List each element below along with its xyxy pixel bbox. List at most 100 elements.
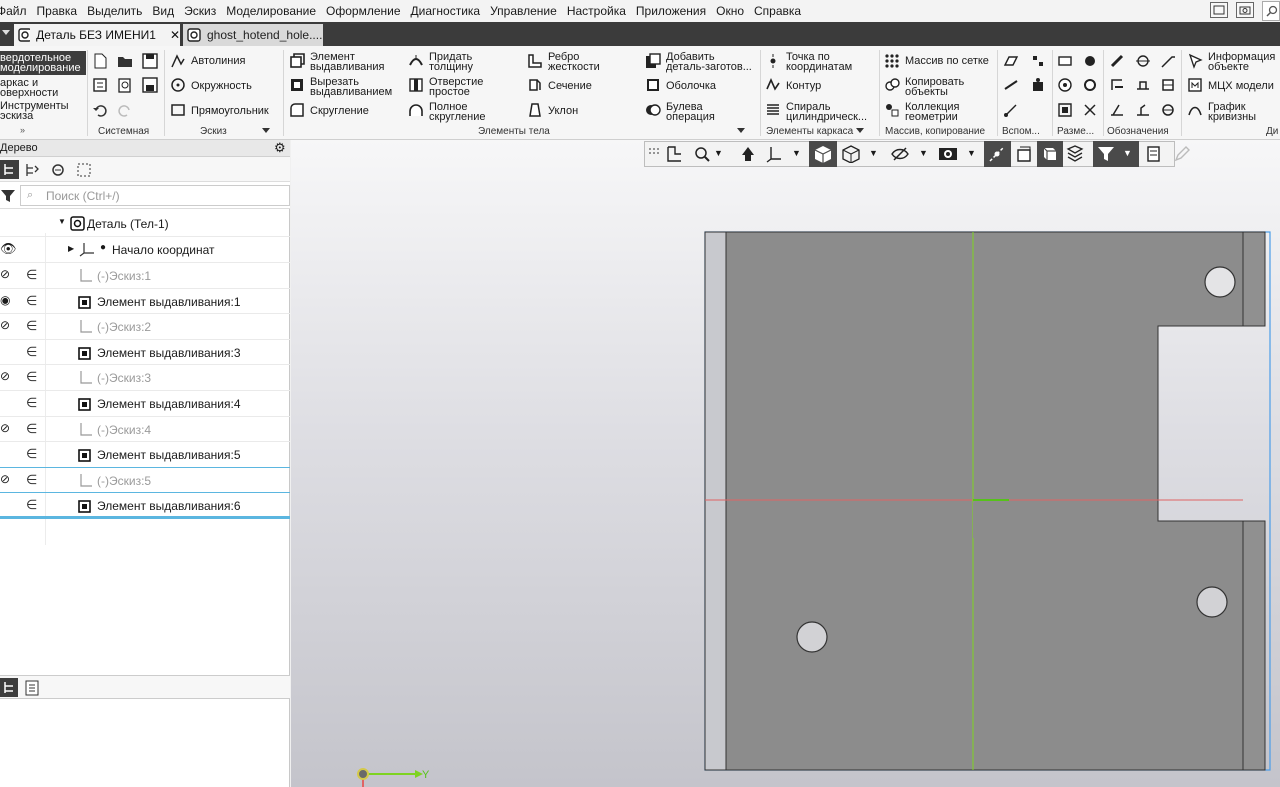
contour-label[interactable]: Контур xyxy=(786,81,821,92)
boolean-label-2[interactable]: операция xyxy=(666,112,715,123)
properties-icon[interactable] xyxy=(92,77,108,93)
cut-extrude-icon[interactable] xyxy=(289,77,305,93)
category-sketch-tools[interactable]: Инструменты эскиза xyxy=(0,100,86,122)
tree-item-sketch[interactable]: ⊘ ∈ (-)Эскиз:3 xyxy=(0,365,290,391)
menu-control[interactable]: Управление xyxy=(485,0,562,22)
menu-help[interactable]: Справка xyxy=(749,0,806,22)
tree-sort-icon[interactable] xyxy=(24,162,40,178)
expand-arrow-icon[interactable]: ▼ xyxy=(58,217,66,226)
window-save-button[interactable] xyxy=(1236,2,1254,18)
point-icon[interactable] xyxy=(765,53,781,69)
tree-view-button[interactable] xyxy=(0,160,19,179)
menu-select[interactable]: Выделить xyxy=(82,0,147,22)
view-arrow-icon[interactable] xyxy=(1135,102,1151,118)
roughness-icon[interactable] xyxy=(1109,53,1125,69)
aux-point-icon[interactable] xyxy=(1030,77,1046,93)
redo-icon[interactable] xyxy=(117,102,133,118)
frame-group-dropdown-icon[interactable] xyxy=(856,128,864,133)
tree-item-extrude[interactable]: ∈ Элемент выдавливания:6 xyxy=(0,493,290,519)
thicken-label-2[interactable]: толщину xyxy=(429,62,473,73)
add-body-icon[interactable] xyxy=(645,53,661,69)
full-fillet-label-2[interactable]: скругление xyxy=(429,112,485,123)
point-label-2[interactable]: координатам xyxy=(786,62,852,73)
spiral-label-2[interactable]: цилиндрическ... xyxy=(786,112,867,123)
aux-cs-icon[interactable] xyxy=(1003,102,1019,118)
info-icon[interactable] xyxy=(1187,53,1203,69)
section-icon[interactable] xyxy=(527,77,543,93)
menu-modeling[interactable]: Моделирование xyxy=(221,0,321,22)
category-solid-modeling[interactable]: вердотельное моделирование xyxy=(0,51,86,75)
chamfer-dim-icon[interactable] xyxy=(1057,102,1073,118)
collection-label-2[interactable]: геометрии xyxy=(905,112,958,123)
hole-icon[interactable] xyxy=(408,77,424,93)
categories-collapse-icon[interactable]: » xyxy=(20,125,25,135)
menu-diagnostics[interactable]: Диагностика xyxy=(406,0,486,22)
shell-icon[interactable] xyxy=(645,77,661,93)
hidden-eye-icon[interactable]: ⊘ xyxy=(0,472,10,486)
tab-ghost-hotend[interactable]: ghost_hotend_hole.... xyxy=(183,24,323,46)
save-icon[interactable] xyxy=(142,53,158,69)
new-doc-icon[interactable] xyxy=(92,53,108,69)
rib-label-2[interactable]: жесткости xyxy=(548,62,600,73)
tolerance-icon[interactable] xyxy=(1109,77,1125,93)
angle-dim-icon[interactable] xyxy=(1082,53,1098,69)
fillet-icon[interactable] xyxy=(289,102,305,118)
tree-item-origin[interactable]: 👁︎ ▶ ● Начало координат xyxy=(0,237,290,263)
geometry-collection-icon[interactable] xyxy=(884,102,900,118)
boolean-icon[interactable] xyxy=(645,102,661,118)
tree-item-sketch[interactable]: ⊘ ∈ (-)Эскиз:5 xyxy=(0,468,290,494)
circle-icon[interactable] xyxy=(170,77,186,93)
menu-design[interactable]: Оформление xyxy=(321,0,405,22)
menu-file[interactable]: Файл xyxy=(0,0,32,22)
radius-dim-icon[interactable] xyxy=(1057,77,1073,93)
info-label-2[interactable]: объекте xyxy=(1208,62,1249,73)
sketch-group-dropdown-icon[interactable] xyxy=(262,128,270,133)
grid-array-icon[interactable] xyxy=(884,53,900,69)
base-icon[interactable] xyxy=(1135,53,1151,69)
tree-filter-bodies-icon[interactable] xyxy=(50,162,66,178)
tree-select-icon[interactable] xyxy=(76,162,92,178)
shell-label[interactable]: Оболочка xyxy=(666,81,716,92)
section-label[interactable]: Сечение xyxy=(548,81,592,92)
draft-label[interactable]: Уклон xyxy=(548,106,578,117)
part-side-face[interactable] xyxy=(704,231,727,771)
tree-item-extrude[interactable]: ∈ Элемент выдавливания:3 xyxy=(0,340,290,366)
auto-dim-icon[interactable] xyxy=(1082,102,1098,118)
tree-item-sketch[interactable]: ⊘ ∈ (-)Эскиз:2 xyxy=(0,314,290,340)
tree-item-root[interactable]: ▼ Деталь (Тел-1) xyxy=(0,211,290,237)
tabs-dropdown-icon[interactable] xyxy=(2,30,10,35)
tree-item-sketch[interactable]: ⊘ ∈ (-)Эскиз:4 xyxy=(0,417,290,443)
mcx-icon[interactable] xyxy=(1187,77,1203,93)
tree-item-extrude[interactable]: ∈ Элемент выдавливания:4 xyxy=(0,391,290,417)
spiral-icon[interactable] xyxy=(765,102,781,118)
hidden-eye-icon[interactable]: ⊘ xyxy=(0,267,10,281)
hidden-eye-icon[interactable]: ⊘ xyxy=(0,369,10,383)
thicken-icon[interactable] xyxy=(408,53,424,69)
add-body-label-2[interactable]: деталь-заготов... xyxy=(666,62,752,73)
rectangle-label[interactable]: Прямоугольник xyxy=(191,106,269,117)
diameter-dim-icon[interactable] xyxy=(1082,77,1098,93)
mounting-hole-top-right[interactable] xyxy=(1204,266,1236,298)
body-group-dropdown-icon[interactable] xyxy=(737,128,745,133)
tree-item-sketch[interactable]: ⊘ ∈ (-)Эскиз:1 xyxy=(0,263,290,289)
position-icon[interactable] xyxy=(1160,77,1176,93)
copy-objects-icon[interactable] xyxy=(884,77,900,93)
draft-icon[interactable] xyxy=(527,102,543,118)
menu-view[interactable]: Вид xyxy=(147,0,179,22)
aux-axis-icon[interactable] xyxy=(1030,53,1046,69)
hidden-eye-icon[interactable]: ⊘ xyxy=(0,421,10,435)
menu-settings[interactable]: Настройка xyxy=(562,0,631,22)
linear-dim-icon[interactable] xyxy=(1057,53,1073,69)
grid-array-label[interactable]: Массив по сетке xyxy=(905,56,989,67)
model-canvas[interactable]: Y xyxy=(291,140,1280,787)
mounting-hole-bottom-left[interactable] xyxy=(796,621,828,653)
leader-icon[interactable] xyxy=(1160,53,1176,69)
global-search-box[interactable] xyxy=(1262,1,1280,21)
menu-apps[interactable]: Приложения xyxy=(631,0,711,22)
menu-window[interactable]: Окно xyxy=(711,0,749,22)
circle-label[interactable]: Окружность xyxy=(191,81,252,92)
tab-detail[interactable]: Деталь БЕЗ ИМЕНИ1 ✕ xyxy=(14,24,180,46)
properties-list-icon[interactable] xyxy=(25,680,39,696)
filter-icon[interactable] xyxy=(0,188,16,204)
menu-edit[interactable]: Правка xyxy=(32,0,83,22)
